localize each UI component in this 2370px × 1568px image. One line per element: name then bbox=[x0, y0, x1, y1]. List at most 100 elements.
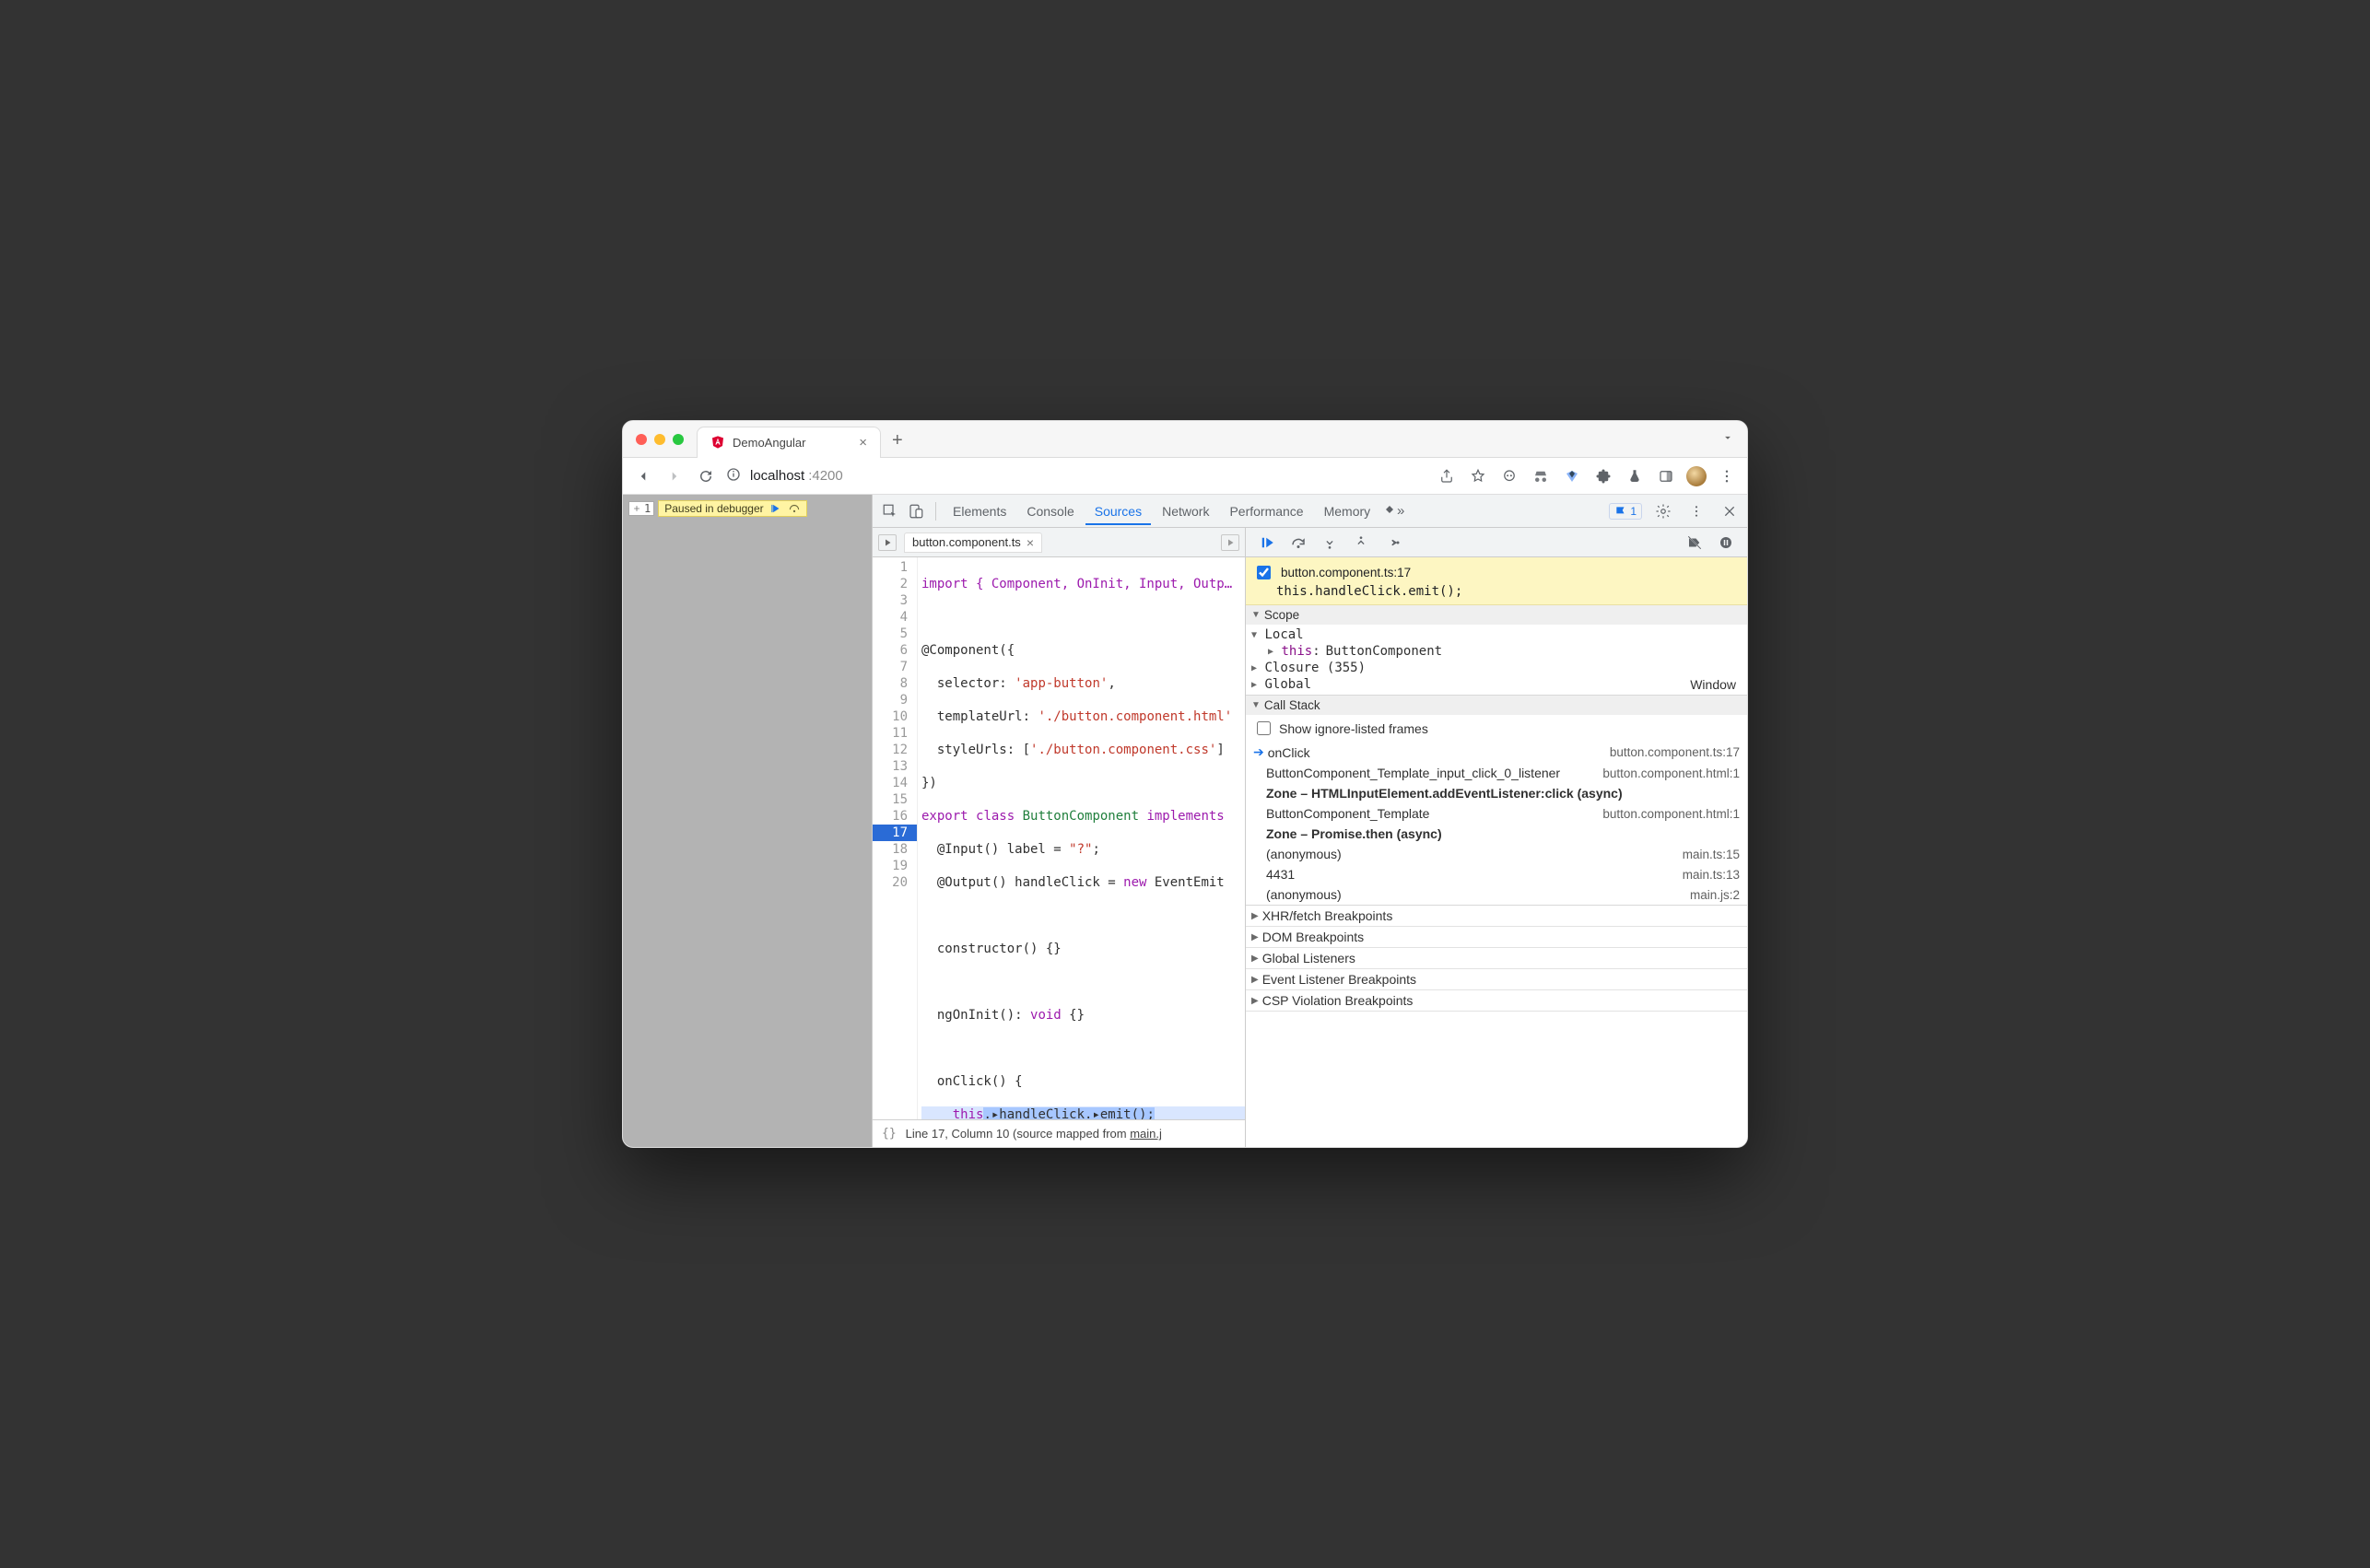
csp-violation-breakpoints-header[interactable]: ▶CSP Violation Breakpoints bbox=[1246, 990, 1747, 1012]
run-snippet-icon[interactable] bbox=[878, 534, 897, 551]
more-tabs-icon[interactable]: » bbox=[1381, 499, 1405, 523]
step-into-button[interactable] bbox=[1318, 531, 1342, 555]
deactivate-breakpoints-icon[interactable] bbox=[1683, 531, 1707, 555]
browser-tab[interactable]: DemoAngular × bbox=[697, 427, 881, 458]
step-button[interactable] bbox=[1380, 531, 1404, 555]
labs-icon[interactable] bbox=[1624, 465, 1646, 487]
current-breakpoint-panel: button.component.ts:17 this.handleClick.… bbox=[1246, 557, 1747, 605]
frame-name: (anonymous) bbox=[1266, 847, 1342, 861]
code-line bbox=[921, 1040, 1245, 1057]
resume-button[interactable] bbox=[1255, 531, 1279, 555]
pause-on-exceptions-icon[interactable] bbox=[1714, 531, 1738, 555]
share-icon[interactable] bbox=[1436, 465, 1458, 487]
stack-frame[interactable]: ➔onClickbutton.component.ts:17 bbox=[1246, 742, 1747, 763]
frame-location: button.component.html:1 bbox=[1602, 807, 1740, 821]
frame-name: Zone – Promise.then (async) bbox=[1266, 826, 1442, 841]
frame-selector[interactable]: 1 bbox=[628, 501, 654, 516]
stack-frame[interactable]: (anonymous)main.ts:15 bbox=[1246, 844, 1747, 864]
address-field[interactable]: localhost:4200 bbox=[726, 467, 1426, 486]
show-ignore-listed[interactable]: Show ignore-listed frames bbox=[1246, 715, 1747, 742]
file-tab[interactable]: button.component.ts × bbox=[904, 532, 1042, 553]
settings-icon[interactable] bbox=[1651, 499, 1675, 523]
event-listener-breakpoints-header[interactable]: ▶Event Listener Breakpoints bbox=[1246, 969, 1747, 990]
incognito-icon[interactable] bbox=[1530, 465, 1552, 487]
step-over-button[interactable] bbox=[1286, 531, 1310, 555]
inspect-element-icon[interactable] bbox=[878, 499, 902, 523]
scope-header[interactable]: ▼Scope bbox=[1246, 605, 1747, 625]
xhr-breakpoints-header[interactable]: ▶XHR/fetch Breakpoints bbox=[1246, 906, 1747, 927]
extensions-icon[interactable] bbox=[1592, 465, 1614, 487]
nav-forward-button[interactable] bbox=[663, 465, 686, 487]
breakpoint-location: button.component.ts:17 bbox=[1281, 566, 1411, 579]
breakpoint-toggle[interactable] bbox=[1257, 566, 1271, 579]
resume-icon[interactable] bbox=[769, 502, 782, 515]
device-toggle-icon[interactable] bbox=[904, 499, 928, 523]
nav-back-button[interactable] bbox=[632, 465, 654, 487]
source-map-link[interactable]: main.j bbox=[1130, 1127, 1162, 1141]
tabs-dropdown-icon[interactable] bbox=[1708, 431, 1747, 448]
site-info-icon[interactable] bbox=[726, 467, 741, 486]
angular-favicon-icon bbox=[710, 435, 725, 450]
code-view[interactable]: import { Component, OnInit, Input, Outp…… bbox=[917, 557, 1245, 1119]
zoom-window-icon[interactable] bbox=[673, 434, 684, 445]
stack-frame[interactable]: Zone – HTMLInputElement.addEventListener… bbox=[1246, 783, 1747, 803]
global-listeners-header[interactable]: ▶Global Listeners bbox=[1246, 948, 1747, 969]
issues-counter[interactable]: 1 bbox=[1609, 503, 1642, 520]
editor-tabs: button.component.ts × bbox=[873, 528, 1245, 557]
stack-frame[interactable]: ButtonComponent_Templatebutton.component… bbox=[1246, 803, 1747, 824]
url-port: :4200 bbox=[808, 468, 843, 484]
tab-performance[interactable]: Performance bbox=[1220, 497, 1312, 525]
scope-local[interactable]: ▼ Local bbox=[1246, 626, 1747, 643]
step-out-button[interactable] bbox=[1349, 531, 1373, 555]
tab-elements[interactable]: Elements bbox=[944, 497, 1015, 525]
extension-skull-icon[interactable] bbox=[1498, 465, 1520, 487]
line-gutter[interactable]: 1234567891011121314151617181920 bbox=[873, 557, 917, 1119]
minimize-window-icon[interactable] bbox=[654, 434, 665, 445]
paused-label: Paused in debugger bbox=[664, 502, 763, 515]
reload-button[interactable] bbox=[695, 465, 717, 487]
code-line bbox=[921, 907, 1245, 924]
vue-devtools-icon[interactable] bbox=[1561, 465, 1583, 487]
url-bar: localhost:4200 bbox=[623, 458, 1747, 495]
profile-avatar[interactable] bbox=[1686, 466, 1707, 486]
sources-editor: button.component.ts × 123456789101112131… bbox=[873, 528, 1246, 1147]
browser-window: DemoAngular × + localhost:4200 bbox=[622, 420, 1748, 1148]
new-tab-button[interactable]: + bbox=[881, 430, 914, 451]
devtools-tabbar: Elements Console Sources Network Perform… bbox=[873, 495, 1747, 528]
scope-closure[interactable]: ▶ Closure (355) bbox=[1246, 660, 1747, 676]
tab-sources[interactable]: Sources bbox=[1085, 497, 1151, 525]
callstack-header[interactable]: ▼Call Stack bbox=[1246, 696, 1747, 715]
menu-icon[interactable] bbox=[1716, 465, 1738, 487]
close-file-icon[interactable]: × bbox=[1027, 535, 1034, 550]
frame-location: button.component.ts:17 bbox=[1610, 745, 1740, 759]
close-tab-icon[interactable]: × bbox=[859, 435, 867, 451]
dom-breakpoints-header[interactable]: ▶DOM Breakpoints bbox=[1246, 927, 1747, 948]
code-line: @Component({ bbox=[921, 643, 1015, 658]
frame-index: 1 bbox=[644, 502, 651, 515]
close-window-icon[interactable] bbox=[636, 434, 647, 445]
frame-name: (anonymous) bbox=[1266, 887, 1342, 902]
pretty-print-icon[interactable]: {} bbox=[882, 1127, 897, 1141]
bookmark-icon[interactable] bbox=[1467, 465, 1489, 487]
kebab-menu-icon[interactable] bbox=[1684, 499, 1708, 523]
stack-frame[interactable]: Zone – Promise.then (async) bbox=[1246, 824, 1747, 844]
sidebar-toggle-icon[interactable] bbox=[1221, 534, 1239, 551]
scope-section: ▼Scope ▼ Local ▶ this:ButtonComponent ▶ … bbox=[1246, 605, 1747, 696]
devtools-panel: Elements Console Sources Network Perform… bbox=[872, 495, 1747, 1147]
content-row: 1 Paused in debugger Elements Console So… bbox=[623, 495, 1747, 1147]
close-devtools-icon[interactable] bbox=[1718, 499, 1742, 523]
sidepanel-icon[interactable] bbox=[1655, 465, 1677, 487]
stack-frame[interactable]: 4431main.ts:13 bbox=[1246, 864, 1747, 884]
tab-network[interactable]: Network bbox=[1153, 497, 1218, 525]
frame-name: 4431 bbox=[1266, 867, 1295, 882]
frame-name: Zone – HTMLInputElement.addEventListener… bbox=[1266, 786, 1623, 801]
show-ignore-checkbox[interactable] bbox=[1257, 721, 1271, 735]
scope-global[interactable]: ▶ GlobalWindow bbox=[1246, 676, 1747, 693]
current-frame-icon: ➔ bbox=[1253, 744, 1264, 760]
step-over-icon[interactable] bbox=[788, 502, 801, 515]
scope-this[interactable]: ▶ this:ButtonComponent bbox=[1246, 643, 1747, 660]
stack-frame[interactable]: (anonymous)main.js:2 bbox=[1246, 884, 1747, 905]
tab-console[interactable]: Console bbox=[1017, 497, 1083, 525]
tab-memory[interactable]: Memory bbox=[1315, 497, 1380, 525]
stack-frame[interactable]: ButtonComponent_Template_input_click_0_l… bbox=[1246, 763, 1747, 783]
